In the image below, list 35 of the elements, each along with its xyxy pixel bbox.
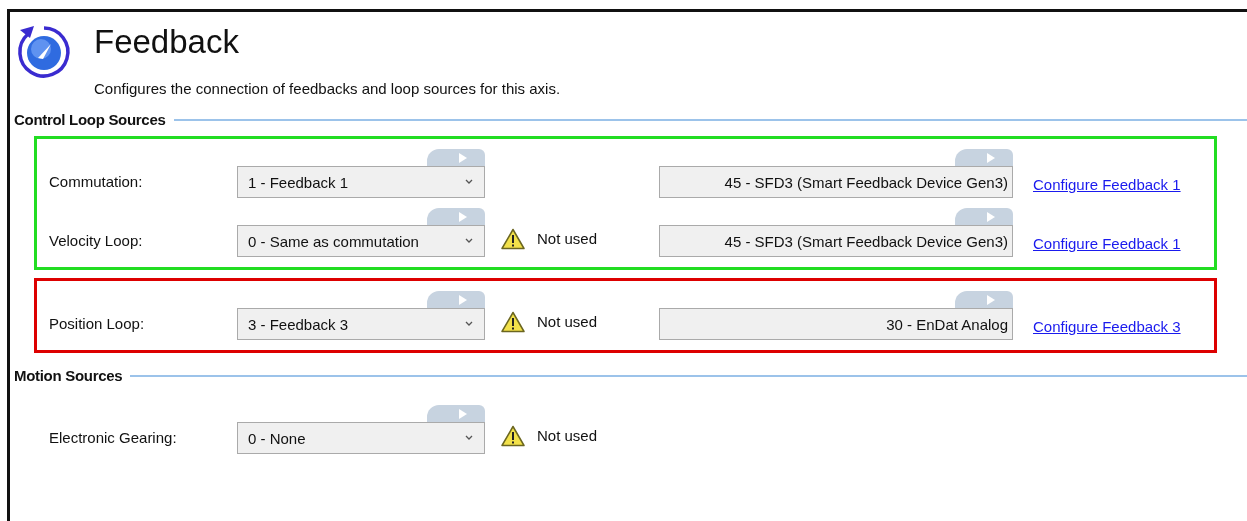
section-title: Control Loop Sources	[14, 111, 166, 128]
expand-tab[interactable]	[427, 291, 485, 308]
field-label: Electronic Gearing:	[49, 429, 178, 448]
expand-tab[interactable]	[427, 149, 485, 166]
page-title: Feedback	[94, 22, 240, 62]
feedback-type-field: 45 - SFD3 (Smart Feedback Device Gen3)	[659, 166, 1013, 198]
caret-icon	[464, 320, 474, 328]
status-text: Not used	[537, 313, 598, 330]
page-description: Configures the connection of feedbacks and loop sources for this axis.	[94, 80, 561, 97]
section-title: Motion Sources	[14, 367, 123, 384]
caret-icon	[464, 178, 474, 186]
caret-icon	[464, 237, 474, 245]
configure-link[interactable]: Configure Feedback 1	[1033, 176, 1181, 198]
field-label: Position Loop:	[49, 315, 146, 334]
field-label: Velocity Loop:	[49, 232, 144, 251]
status-text: Not used	[537, 427, 598, 444]
warning-icon	[501, 227, 525, 250]
caret-icon	[464, 434, 474, 442]
status-text: Not used	[537, 230, 598, 247]
expand-tab[interactable]	[427, 208, 485, 225]
expand-tab[interactable]	[955, 291, 1013, 308]
expand-tab[interactable]	[955, 149, 1013, 166]
expand-tab[interactable]	[427, 405, 485, 422]
configure-link[interactable]: Configure Feedback 1	[1033, 235, 1181, 257]
configure-link[interactable]: Configure Feedback 3	[1033, 318, 1181, 340]
field-label: Commutation:	[49, 173, 144, 192]
warning-icon	[501, 310, 525, 333]
dropdown[interactable]: 3 - Feedback 3	[237, 308, 485, 340]
dropdown[interactable]: 0 - Same as commutation	[237, 225, 485, 257]
dropdown[interactable]: 0 - None	[237, 422, 485, 454]
expand-tab[interactable]	[955, 208, 1013, 225]
warning-icon	[501, 424, 525, 447]
dropdown[interactable]: 1 - Feedback 1	[237, 166, 485, 198]
feedback-type-field: 30 - EnDat Analog	[659, 308, 1013, 340]
feedback-type-field: 45 - SFD3 (Smart Feedback Device Gen3)	[659, 225, 1013, 257]
